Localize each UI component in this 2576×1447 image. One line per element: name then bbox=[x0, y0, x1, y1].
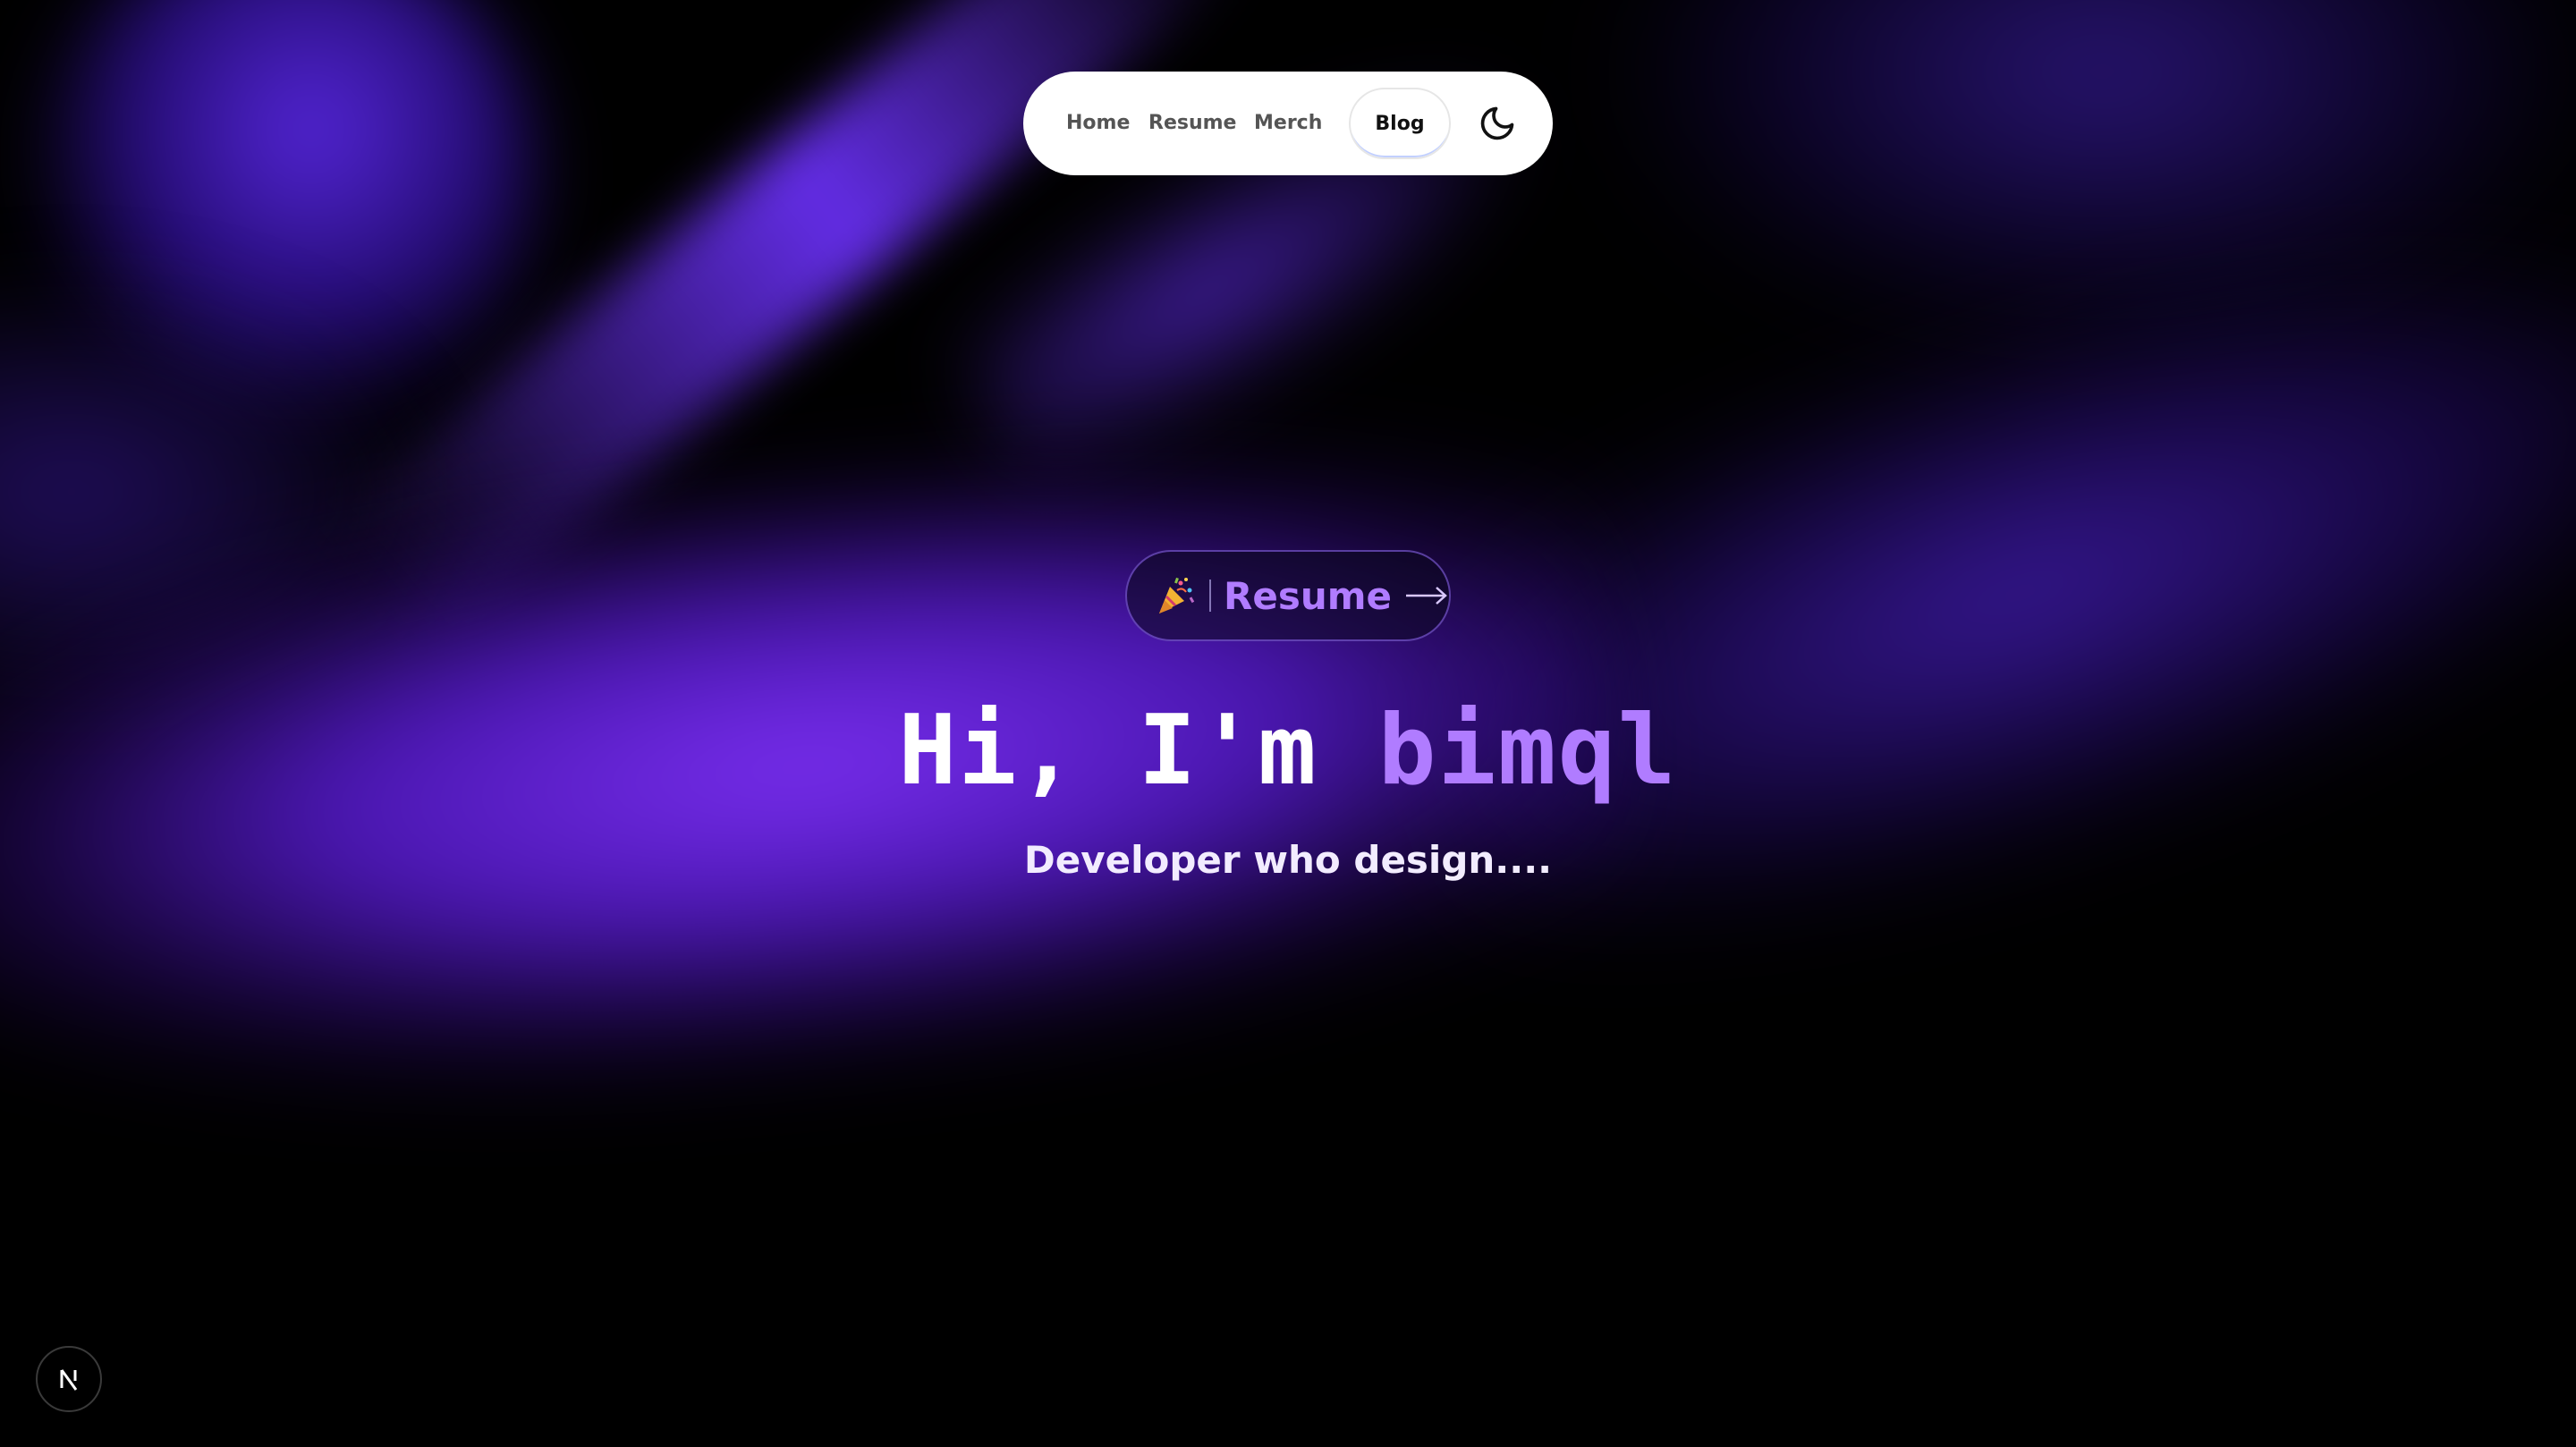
nav-link-home[interactable]: Home bbox=[1066, 72, 1130, 175]
hero-heading: Hi, I'm bimql bbox=[0, 689, 2576, 814]
glow-blob-top-left bbox=[36, 0, 537, 429]
top-navbar: Home Resume Merch Blog bbox=[1023, 72, 1553, 175]
hero-tagline: Developer who design.... bbox=[1023, 838, 1553, 882]
resume-badge-button[interactable]: Resume bbox=[1125, 550, 1451, 641]
badge-divider bbox=[1209, 580, 1211, 612]
arrow-right-icon bbox=[1405, 587, 1447, 605]
nextjs-dev-indicator[interactable] bbox=[36, 1346, 102, 1412]
hero-name: bimql bbox=[1377, 695, 1678, 807]
nav-link-blog[interactable]: Blog bbox=[1349, 88, 1451, 159]
hero-greeting: Hi, I'm bbox=[898, 695, 1318, 807]
glow-blob-top-right bbox=[1610, 0, 2576, 340]
badge-label: Resume bbox=[1224, 573, 1392, 618]
glow-blob-left bbox=[0, 268, 447, 715]
theme-toggle-button[interactable] bbox=[1476, 102, 1519, 145]
party-popper-icon bbox=[1159, 577, 1195, 613]
moon-icon bbox=[1480, 106, 1514, 140]
page-background: Home Resume Merch Blog Resume Hi, I'm bi… bbox=[0, 0, 2576, 1447]
nav-link-merch[interactable]: Merch bbox=[1254, 72, 1322, 175]
nav-link-resume[interactable]: Resume bbox=[1148, 72, 1236, 175]
nextjs-logo-icon bbox=[60, 1369, 78, 1391]
